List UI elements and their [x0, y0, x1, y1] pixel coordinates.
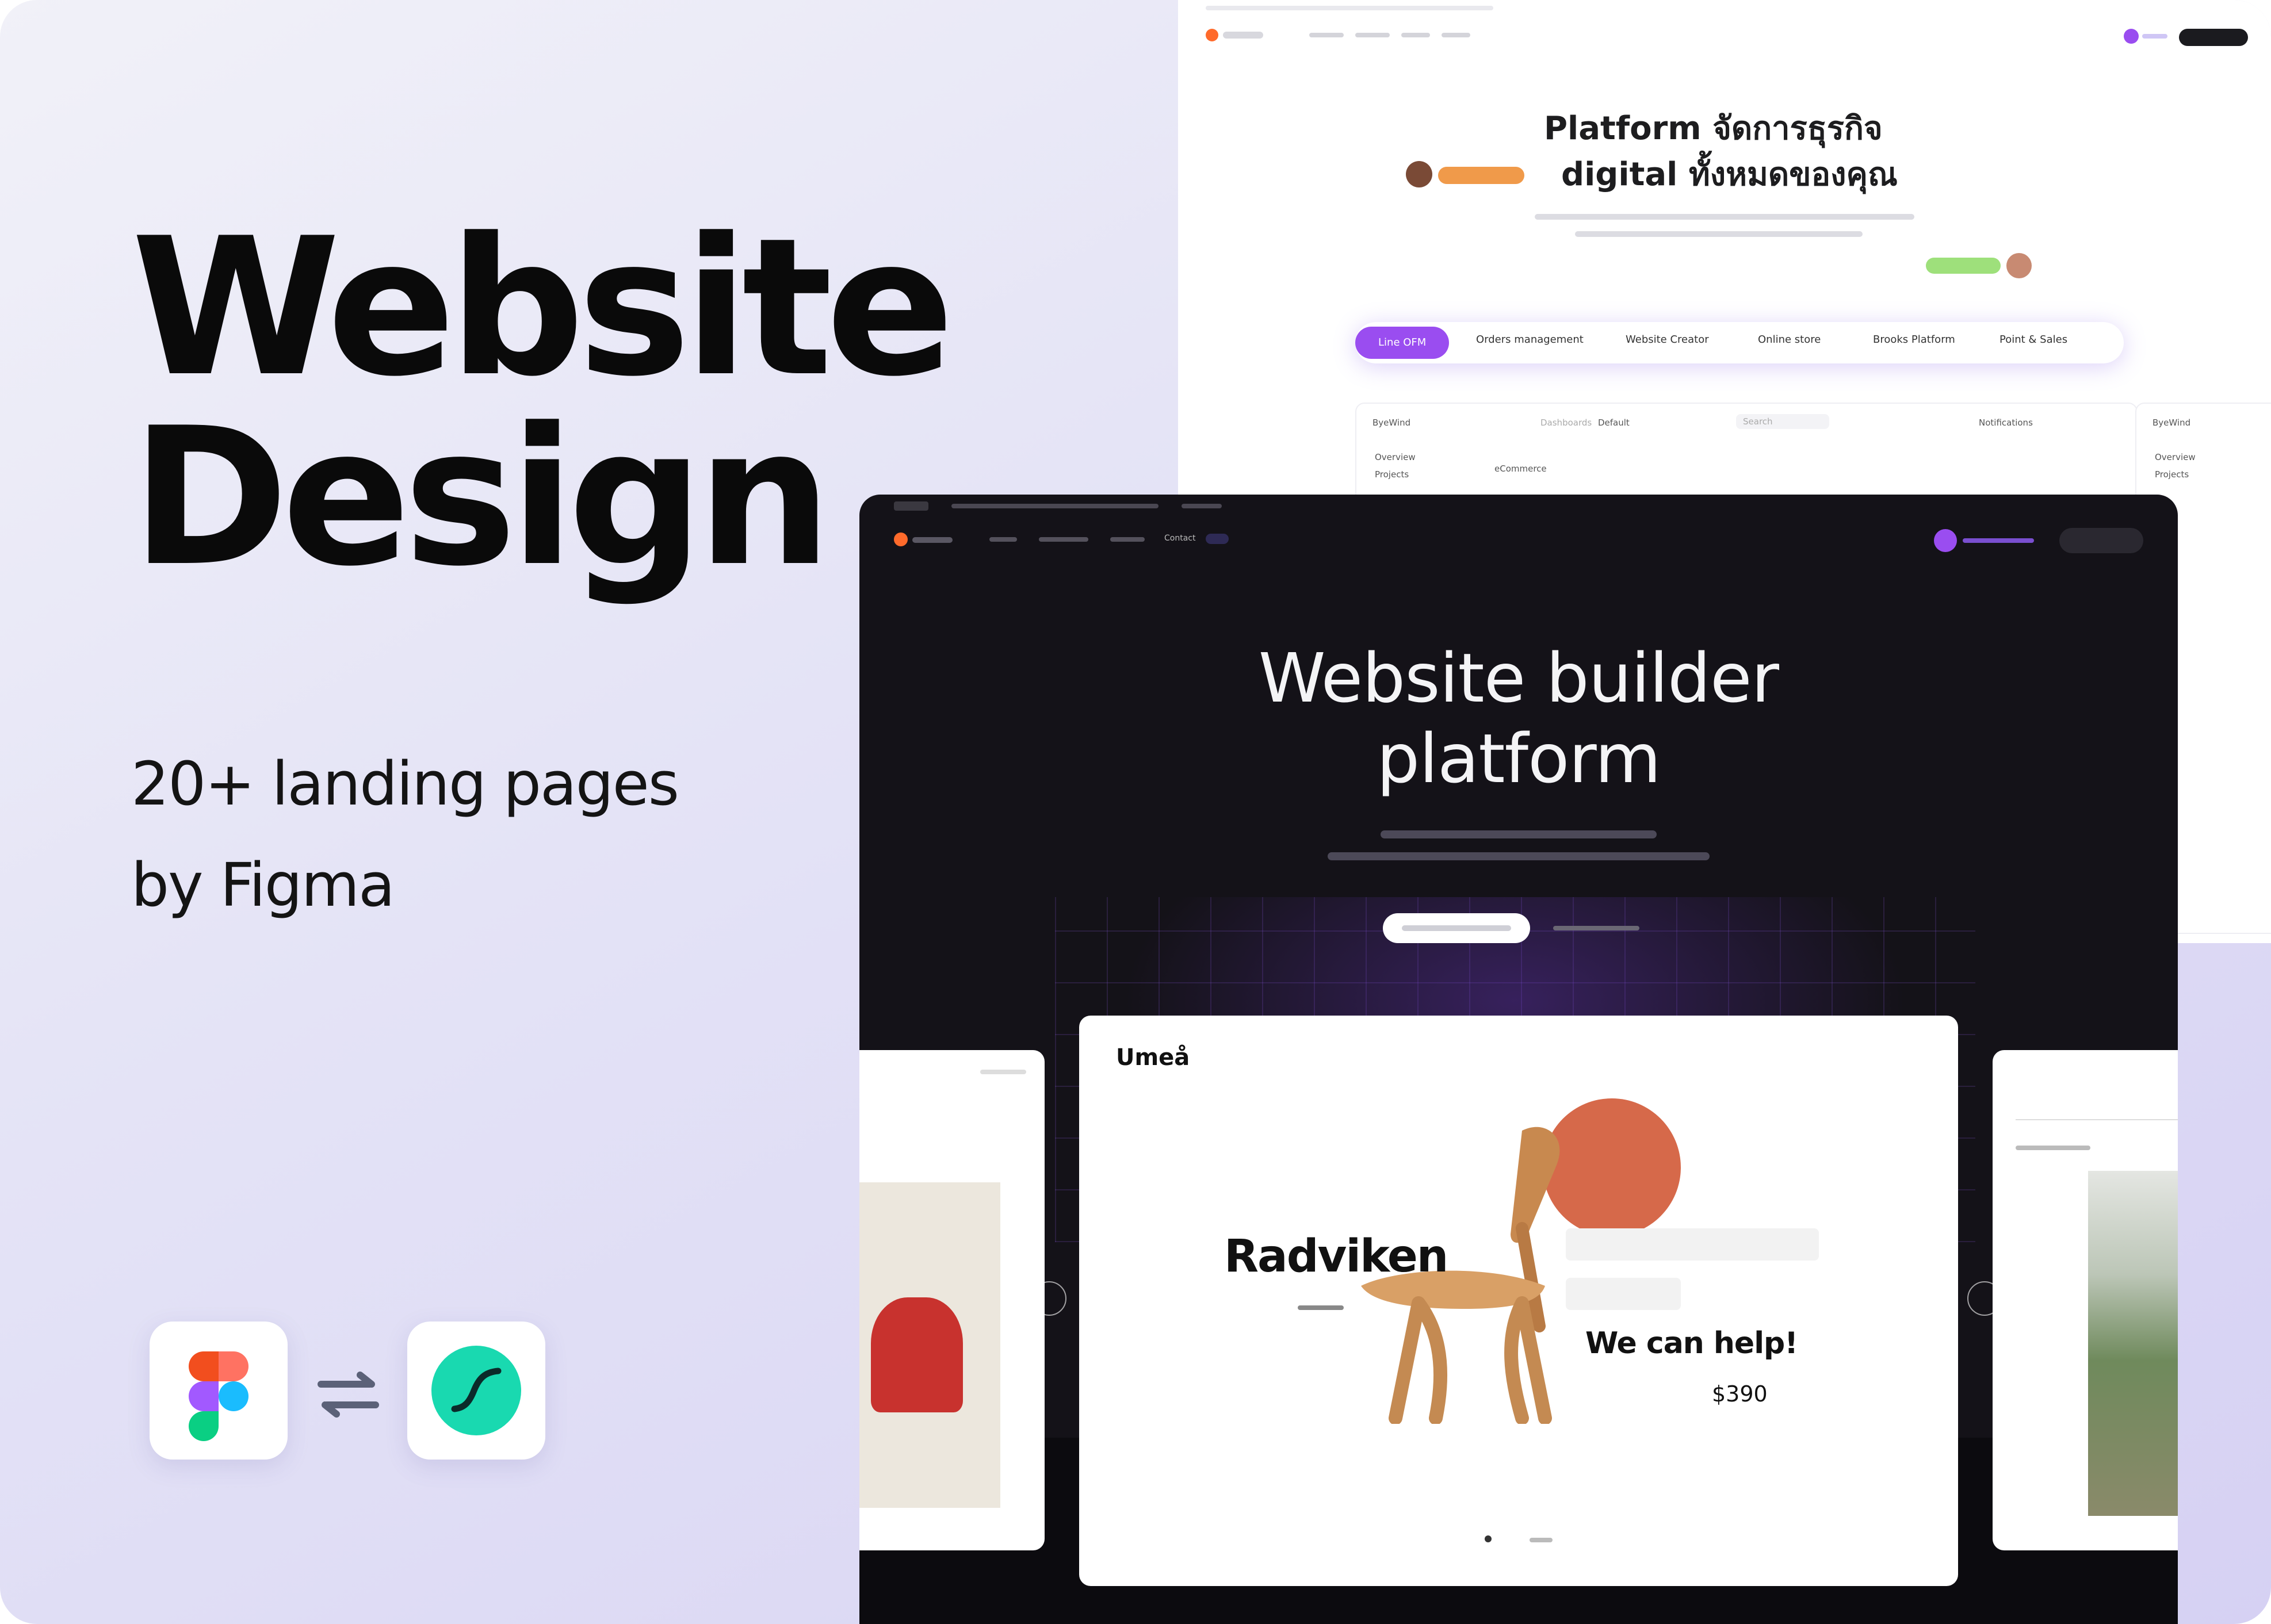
tab-point-sales[interactable]: Point & Sales: [1999, 334, 2067, 346]
template-card-left[interactable]: [859, 1050, 1045, 1550]
subtitle-line-1: 20+ landing pages: [131, 749, 679, 819]
search-input[interactable]: Search: [1736, 414, 1829, 429]
swap-arrows-icon: [318, 1372, 379, 1418]
nav-badge: [1206, 534, 1229, 544]
announcement-link[interactable]: [1182, 504, 1222, 508]
chat-link[interactable]: [2142, 34, 2167, 39]
sidebar-item-overview[interactable]: Overview: [2155, 452, 2196, 462]
dark-hero-line-1: Website builder: [1258, 638, 1779, 718]
sidebar-item-overview[interactable]: Overview: [1375, 452, 1416, 462]
tab-online-store[interactable]: Online store: [1758, 334, 1821, 346]
product-badge: [1298, 1303, 1344, 1312]
announcement-bar: [859, 495, 2178, 515]
nav-link[interactable]: [1110, 537, 1145, 542]
headline-line-1: Website: [131, 197, 954, 418]
product-tabs: Line OFM Orders management Website Creat…: [1355, 322, 2124, 363]
dark-hero-line-2: platform: [1377, 719, 1661, 798]
nav-contact[interactable]: Contact: [1164, 534, 1195, 543]
chat-icon[interactable]: [1934, 529, 1957, 552]
template-label: [2016, 1146, 2090, 1150]
template-nav: [980, 1070, 1026, 1074]
breadcrumb-dashboards[interactable]: Dashboards: [1540, 418, 1592, 428]
brand-wordmark: [1223, 32, 1263, 39]
template-card-right[interactable]: [1993, 1050, 2178, 1550]
nav-link[interactable]: [1309, 33, 1344, 37]
statue-image: [871, 1297, 963, 1412]
nav-link[interactable]: [1355, 33, 1390, 37]
nav-link[interactable]: [1442, 33, 1470, 37]
carousel-pager[interactable]: [1079, 1533, 1958, 1545]
avatar: [2006, 253, 2032, 278]
template-card-center[interactable]: Umeå Radviken We can help! $390: [1079, 1016, 1958, 1586]
subtitle-line-2: by Figma: [131, 850, 395, 920]
avatar: [1406, 161, 1432, 187]
product-brand: Umeå: [1116, 1044, 1190, 1071]
announcement-text: [951, 504, 1159, 508]
get-app-button[interactable]: [2059, 528, 2143, 553]
product-name: Radviken: [1224, 1231, 1448, 1282]
sidebar-item-projects[interactable]: Projects: [2155, 469, 2189, 480]
carousel-prev-icon[interactable]: [1032, 1281, 1066, 1316]
nav-link[interactable]: [989, 537, 1017, 542]
brand-logo[interactable]: [894, 533, 908, 546]
promo-headline: Website Design: [131, 197, 954, 608]
light-hero-line-1: Platform จัดการธุรกิจ: [1544, 110, 1883, 147]
product-tagline: We can help!: [1585, 1326, 1798, 1361]
chat-link[interactable]: [1963, 538, 2034, 543]
divider: [2016, 1119, 2178, 1120]
figma-logo-icon: [150, 1322, 288, 1460]
dashboard-brand: ByeWind: [1372, 418, 1411, 428]
carousel-next-icon[interactable]: [1967, 1281, 2002, 1316]
anima-logo-icon: [407, 1322, 545, 1460]
user-chip: [1438, 167, 1524, 184]
tab-brooks-platform[interactable]: Brooks Platform: [1873, 334, 1955, 346]
nav-link[interactable]: [1401, 33, 1430, 37]
landscape-image: [2088, 1171, 2178, 1516]
signup-button[interactable]: [1383, 913, 1530, 943]
sidebar-item-projects[interactable]: Projects: [1375, 469, 1409, 480]
light-hero-line-2: digital ทั้งหมดของคุณ: [1561, 156, 1898, 193]
section-title: eCommerce: [1494, 464, 1547, 474]
announcement-bar: [1206, 6, 1493, 10]
nav-link[interactable]: [1039, 537, 1088, 542]
ghost-headline: [1566, 1217, 1819, 1310]
product-price: $390: [1712, 1381, 1768, 1407]
tab-orders-management[interactable]: Orders management: [1476, 334, 1584, 346]
headline-line-2: Design: [131, 387, 832, 608]
notifications-title: Notifications: [1979, 418, 2033, 428]
breadcrumb-default[interactable]: Default: [1598, 418, 1630, 428]
brand-logo[interactable]: [1206, 29, 1218, 41]
chat-icon[interactable]: [2124, 29, 2139, 44]
get-app-button[interactable]: [2179, 29, 2248, 46]
tab-line-ofm[interactable]: Line OFM: [1355, 327, 1450, 359]
promo-subtitle: 20+ landing pages by Figma: [131, 733, 679, 936]
brand-wordmark: [912, 537, 953, 543]
tab-website-creator[interactable]: Website Creator: [1626, 334, 1709, 346]
dashboard-brand: ByeWind: [2153, 418, 2191, 428]
dark-nav: Contact: [859, 521, 2178, 556]
light-nav: [1206, 29, 2248, 46]
user-chip: [1926, 258, 2001, 274]
secondary-cta-button[interactable]: [1553, 913, 1668, 943]
dark-landing-page: Contact Website builder platform Umeå Ra…: [859, 495, 2178, 1624]
announcement-badge: [894, 501, 928, 511]
promo-canvas: Platform จัดการธุรกิจ digital ทั้งหมดของ…: [0, 0, 2271, 1624]
